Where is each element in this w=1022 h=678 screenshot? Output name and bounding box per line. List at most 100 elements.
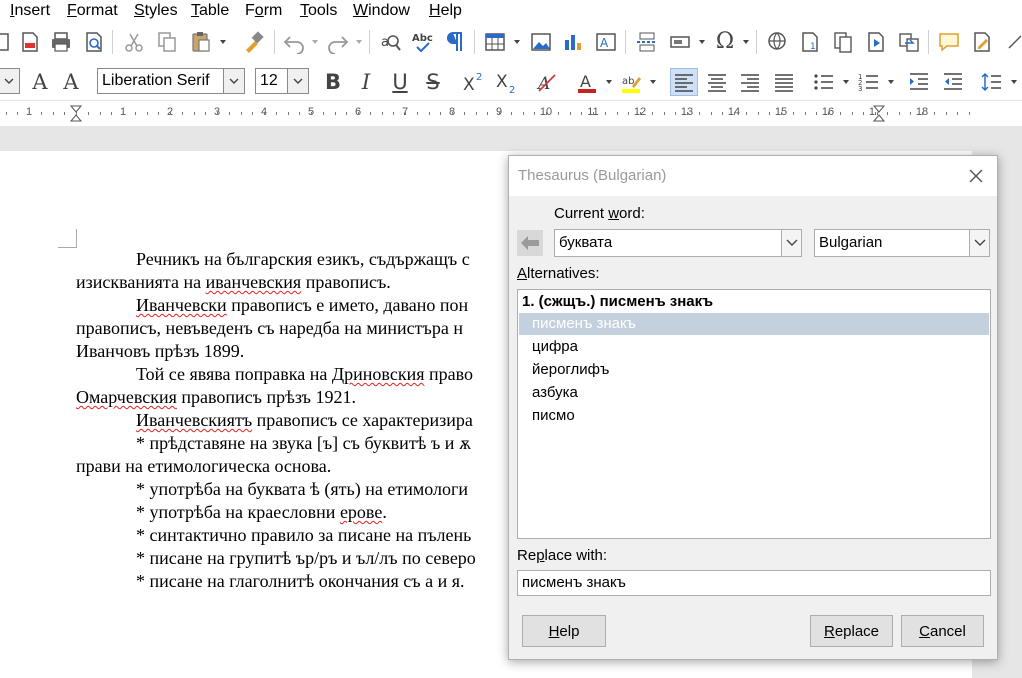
ordered-list-icon[interactable]: 123 <box>855 68 883 96</box>
ruler-tick <box>746 112 747 115</box>
ruler-tick <box>123 112 124 115</box>
horizontal-ruler[interactable]: 1123456789101112131415161718 <box>0 100 1022 127</box>
first-indent-marker[interactable] <box>70 105 82 122</box>
unordered-list-dropdown-icon[interactable] <box>842 75 850 89</box>
chevron-down-icon[interactable] <box>781 230 801 256</box>
unordered-list-icon[interactable] <box>810 68 838 96</box>
special-character-icon[interactable]: Ω <box>711 28 739 56</box>
decrease-indent-icon[interactable] <box>939 68 967 96</box>
insert-cross-reference-icon[interactable] <box>895 28 923 56</box>
insert-image-icon[interactable] <box>527 28 555 56</box>
redo-icon[interactable] <box>324 28 352 56</box>
align-center-icon[interactable] <box>703 68 731 96</box>
menu-format[interactable]: Format <box>67 1 118 21</box>
insert-table-dropdown-icon[interactable] <box>513 35 521 49</box>
cut-icon[interactable] <box>120 28 148 56</box>
dialog-titlebar[interactable]: Thesaurus (Bulgarian) <box>509 156 997 196</box>
menu-insert[interactable]: Insert <box>10 1 50 21</box>
close-icon[interactable] <box>967 167 985 185</box>
replace-with-input[interactable]: писменъ знакъ <box>517 570 991 596</box>
italic-icon[interactable]: I <box>352 68 380 96</box>
alternative-item[interactable]: писмо <box>519 405 989 427</box>
alternative-item[interactable]: азбука <box>519 382 989 404</box>
track-changes-icon[interactable] <box>968 28 996 56</box>
insert-page-break-icon[interactable] <box>633 28 661 56</box>
cancel-button[interactable]: Cancel <box>901 615 984 647</box>
svg-text:2: 2 <box>476 72 482 83</box>
back-button[interactable] <box>517 230 543 256</box>
insert-comment-icon[interactable] <box>935 28 963 56</box>
insert-text-box-icon[interactable]: A <box>592 28 620 56</box>
insert-field-dropdown-icon[interactable] <box>698 35 706 49</box>
clear-formatting-icon[interactable]: A <box>533 68 561 96</box>
font-name-combo[interactable]: Liberation Serif <box>97 68 245 94</box>
new-style-icon[interactable]: A <box>57 68 85 96</box>
ordered-list-dropdown-icon[interactable] <box>887 75 895 89</box>
line-spacing-icon[interactable] <box>978 68 1006 96</box>
justify-icon[interactable] <box>770 68 798 96</box>
menu-styles[interactable]: Styles <box>134 1 178 21</box>
chevron-down-icon[interactable] <box>287 69 308 93</box>
insert-endnote-icon[interactable] <box>829 28 857 56</box>
ruler-tick <box>887 112 888 115</box>
chevron-down-icon[interactable] <box>969 230 989 256</box>
export-pdf-icon[interactable] <box>16 28 44 56</box>
right-indent-marker[interactable] <box>873 105 885 122</box>
alternative-item[interactable]: писменъ знакъ <box>519 313 989 335</box>
formatting-marks-icon[interactable] <box>441 28 469 56</box>
paste-icon[interactable] <box>187 28 215 56</box>
insert-footnote-icon[interactable]: 1 <box>796 28 824 56</box>
alternative-item[interactable]: цифра <box>519 336 989 358</box>
special-character-dropdown-icon[interactable] <box>742 35 750 49</box>
redo-dropdown-icon[interactable] <box>355 35 363 49</box>
language-select[interactable]: Bulgarian <box>814 229 990 257</box>
clone-formatting-icon[interactable] <box>240 28 268 56</box>
replace-button[interactable]: Replace <box>810 615 893 647</box>
menu-help[interactable]: Help <box>429 1 462 21</box>
line-spacing-dropdown-icon[interactable] <box>1010 75 1018 89</box>
insert-table-icon[interactable] <box>481 28 509 56</box>
paragraph-style-combo[interactable] <box>0 68 20 94</box>
print-preview-icon[interactable] <box>80 28 108 56</box>
separator <box>756 30 757 54</box>
align-right-icon[interactable] <box>736 68 764 96</box>
insert-field-icon[interactable] <box>666 28 694 56</box>
menu-tools[interactable]: Tools <box>300 1 337 21</box>
chevron-down-icon[interactable] <box>0 69 19 93</box>
menu-form[interactable]: Form <box>245 1 282 21</box>
font-color-dropdown-icon[interactable] <box>605 75 613 89</box>
chevron-down-icon[interactable] <box>223 69 244 93</box>
current-word-combo[interactable]: буквата <box>554 229 802 257</box>
ruler-tick <box>64 112 65 115</box>
toolbar-overflow-icon[interactable] <box>1001 28 1022 56</box>
menu-table[interactable]: Table <box>191 1 229 21</box>
insert-chart-icon[interactable] <box>559 28 587 56</box>
ruler-tick <box>487 112 488 115</box>
paste-dropdown-icon[interactable] <box>219 35 227 49</box>
undo-icon[interactable] <box>280 28 308 56</box>
alternative-item[interactable]: йероглифъ <box>519 359 989 381</box>
update-style-icon[interactable]: A <box>26 68 54 96</box>
svg-text:2: 2 <box>509 85 515 94</box>
insert-bookmark-icon[interactable] <box>862 28 890 56</box>
spelling-icon[interactable]: Abc <box>409 28 437 56</box>
font-color-icon[interactable]: A <box>573 68 601 96</box>
print-icon[interactable] <box>47 28 75 56</box>
align-left-icon[interactable] <box>670 68 698 96</box>
font-size-combo[interactable]: 12 <box>255 68 309 94</box>
copy-icon[interactable] <box>153 28 181 56</box>
highlighting-dropdown-icon[interactable] <box>649 75 657 89</box>
underline-icon[interactable]: U <box>386 68 414 96</box>
insert-hyperlink-icon[interactable] <box>763 28 791 56</box>
menu-window[interactable]: Window <box>353 1 410 21</box>
highlighting-color-icon[interactable]: ab <box>617 68 645 96</box>
bold-icon[interactable]: B <box>319 68 347 96</box>
undo-dropdown-icon[interactable] <box>311 35 319 49</box>
superscript-icon[interactable]: X2 <box>460 68 488 96</box>
find-replace-icon[interactable]: a <box>377 28 405 56</box>
subscript-icon[interactable]: X2 <box>493 68 521 96</box>
help-button[interactable]: Help <box>522 615 606 647</box>
alternatives-list[interactable]: 1. (сжщъ.) писменъ знакъ писменъ знакъ ц… <box>517 289 991 539</box>
strikethrough-icon[interactable]: S <box>419 68 447 96</box>
increase-indent-icon[interactable] <box>905 68 933 96</box>
